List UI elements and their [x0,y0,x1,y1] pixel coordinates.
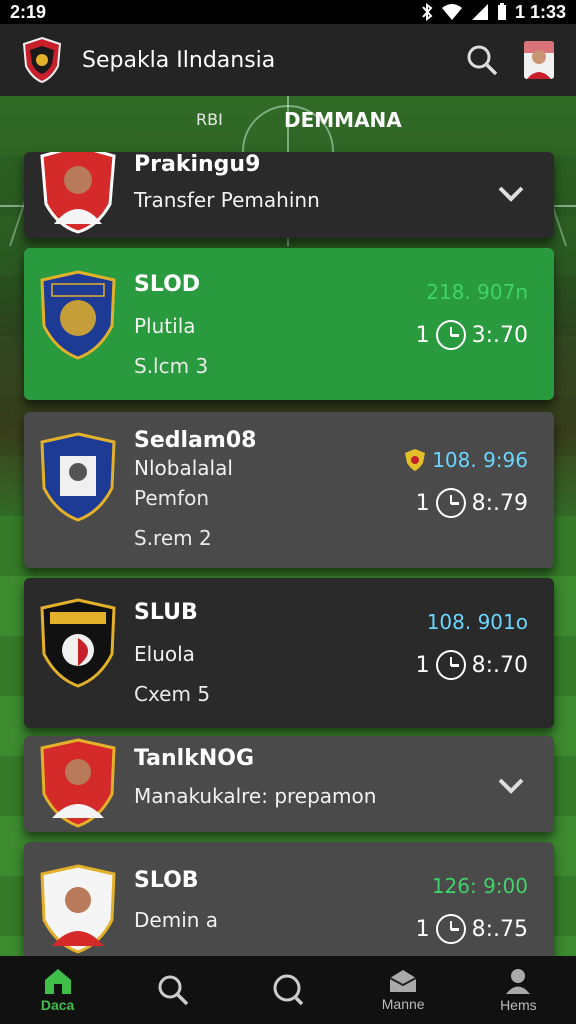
card-time: 1 8:.75 [416,914,528,944]
card-line3: Pemfon [134,486,210,510]
time-value: 8:.70 [471,652,528,678]
club-crest [40,270,116,360]
list-item[interactable]: SLOB Demin a 126: 9:00 1 8:.75 [24,842,554,956]
nav-item-profile[interactable]: Hems [468,956,568,1024]
clock-icon [435,320,466,350]
nav-item-search[interactable] [123,956,223,1024]
time-prefix: 1 [415,916,430,942]
chevron-down-icon[interactable] [496,770,526,800]
card-line3: Cxem 5 [134,682,211,706]
card-title: SLUB [134,600,198,625]
clock-icon [435,488,466,518]
avatar[interactable] [524,41,554,79]
nav-label: Hems [500,997,537,1013]
time-prefix: 1 [415,652,430,678]
club-crest [40,432,116,522]
chevron-down-icon[interactable] [496,178,526,208]
home-icon [44,969,71,994]
club-crest [40,598,116,688]
avatar-image [524,41,554,79]
card-subtitle: Transfer Pemahinn [134,188,320,212]
list-item[interactable]: Prakingu9 Transfer Pemahinn [24,152,554,238]
wifi-icon [441,4,462,20]
time-value: 8:.75 [471,916,528,942]
bottom-navigation: Daca Manne Hems [0,956,576,1024]
time-value: 8:.79 [471,490,528,516]
status-time-right: 1 1:33 [514,1,566,22]
time-value: 3:.70 [471,322,528,348]
profile-icon [506,969,531,994]
card-line4: S.rem 2 [134,526,212,550]
banner-right-text: DEMMANA [284,108,402,132]
list-item[interactable]: SLUB Eluola Cxem 5 108. 901o 1 8:.70 [24,578,554,728]
card-line2: Plutila [134,314,196,338]
nav-item-home[interactable]: Daca [8,956,108,1024]
card-title: Prakingu9 [134,152,261,177]
search-icon [158,975,189,1006]
shield-icon [405,449,426,471]
app-title: Sepakla Ilndansia [82,47,276,73]
status-bar: 2:19 1 1:33 [0,0,576,24]
battery-icon [497,3,506,20]
search-icon [467,45,498,76]
app-logo[interactable] [22,36,62,84]
status-icons: 1 1:33 [421,2,566,23]
card-title: SLOB [134,868,199,893]
search-icon [273,974,304,1006]
player-crest [40,864,116,954]
clock-icon [435,914,466,944]
card-time: 1 8:.79 [416,488,528,518]
card-price: 108. 9:96 [404,448,528,472]
card-subtitle: Manakukalre: prepamon [134,784,377,808]
card-line2: Eluola [134,642,195,666]
player-crest [40,152,116,234]
bluetooth-icon [422,3,433,21]
card-time: 1 3:.70 [416,320,528,350]
app-bar: Sepakla Ilndansia [0,24,576,96]
player-crest [40,738,116,828]
card-title: SLOD [134,272,201,297]
nav-item-inbox[interactable]: Manne [353,956,453,1024]
nav-label: Daca [40,997,75,1013]
list-item[interactable]: Sedlam08 Nlobalalal Pemfon S.rem 2 108. … [24,412,554,568]
search-button[interactable] [462,40,502,80]
nav-item-explore[interactable] [238,956,338,1024]
price-value: 108. 9:96 [432,448,528,472]
card-line2: Nlobalalal [134,456,233,480]
card-line2: Demin a [134,908,219,932]
card-time: 1 8:.70 [416,650,528,680]
stadium-banner: RBI DEMMANA [196,108,402,134]
list-item[interactable]: TanlkNOG Manakukalre: prepamon [24,736,554,832]
card-line3: S.lcm 3 [134,354,209,378]
time-prefix: 1 [415,490,430,516]
card-price: 108. 901o [426,610,528,634]
card-price: 218. 907n [426,280,528,304]
list-item[interactable]: SLOD Plutila S.lcm 3 218. 907n 1 3:.70 [24,248,554,400]
inbox-icon [389,970,417,992]
signal-icon [471,4,488,20]
card-price: 126: 9:00 [431,874,528,898]
card-title: TanlkNOG [134,746,255,771]
status-time-left: 2:19 [10,1,47,22]
banner-left-text: RBI [196,110,223,129]
card-title: Sedlam08 [134,428,257,453]
nav-label: Manne [381,996,425,1012]
clock-icon [435,650,466,680]
time-prefix: 1 [415,322,430,348]
